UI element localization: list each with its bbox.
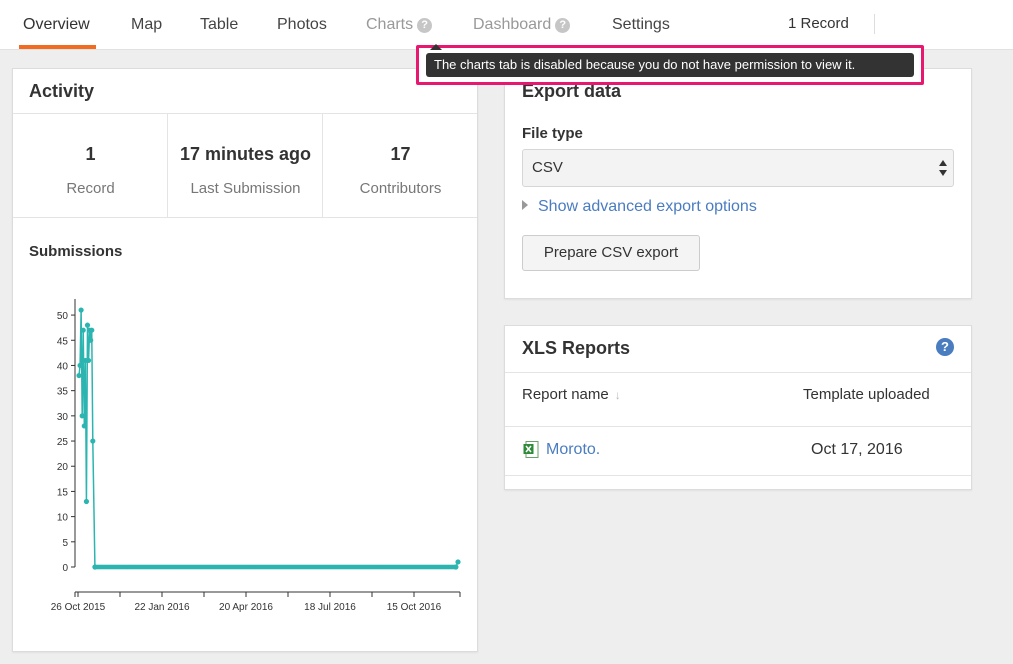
divider [505, 426, 971, 427]
advanced-export-options-link[interactable]: Show advanced export options [522, 198, 757, 216]
tab-table[interactable]: Table [200, 16, 238, 34]
x-tick-label: 20 Apr 2016 [219, 602, 273, 613]
y-tick-label: 45 [57, 336, 69, 347]
data-point [76, 372, 82, 379]
divider [505, 475, 971, 476]
submissions-chart: 0 5 10 15 20 25 30 35 40 45 50 26 Oct 2015 22 Jan 20… [51, 299, 461, 613]
nav-divider [874, 14, 875, 34]
caret-right-icon [522, 200, 528, 210]
y-tick-label: 30 [57, 412, 69, 423]
report-link[interactable]: Moroto. [546, 441, 600, 459]
column-header-label: Report name [522, 386, 609, 403]
data-point [88, 337, 94, 343]
divider [505, 372, 971, 373]
y-tick-label: 5 [62, 538, 68, 549]
tooltip-arrow [430, 44, 442, 50]
active-tab-indicator [19, 45, 96, 49]
tab-photos[interactable]: Photos [277, 16, 327, 34]
data-point [90, 438, 96, 444]
column-header-template-uploaded: Template uploaded [803, 386, 930, 403]
top-nav: Overview Map Table Photos Charts? Dashbo… [0, 0, 1013, 50]
record-count: 1 Record [788, 15, 849, 32]
tooltip-highlight: The charts tab is disabled because you d… [416, 44, 924, 85]
data-point [78, 307, 84, 313]
data-point [84, 322, 91, 328]
report-uploaded-date: Oct 17, 2016 [811, 441, 903, 458]
data-point [77, 362, 83, 369]
y-tick-label: 35 [57, 387, 69, 398]
x-tick-label: 22 Jan 2016 [134, 602, 189, 613]
tab-dashboard[interactable]: Dashboard? [473, 16, 571, 34]
y-tick-label: 40 [57, 361, 69, 372]
tooltip-text: The charts tab is disabled because you d… [434, 57, 856, 72]
export-data-card: Export data File type CSV Show advanced … [504, 68, 972, 299]
help-icon[interactable]: ? [417, 18, 433, 33]
xls-title: XLS Reports [522, 338, 631, 358]
file-type-value: CSV [532, 159, 563, 176]
x-tick-label: 15 Oct 2016 [387, 602, 442, 613]
data-point [85, 357, 92, 364]
tab-charts[interactable]: Charts? [366, 16, 433, 34]
help-icon[interactable]: ? [555, 18, 571, 33]
excel-file-icon [523, 441, 539, 458]
y-tick-label: 20 [57, 462, 69, 473]
advanced-export-options-label: Show advanced export options [538, 198, 757, 215]
tab-dashboard-label: Dashboard [473, 16, 552, 33]
select-arrows-icon [939, 160, 947, 176]
prepare-csv-export-button[interactable]: Prepare CSV export [522, 235, 700, 271]
data-point [83, 498, 90, 505]
data-point [80, 327, 86, 333]
x-tick-label: 18 Jul 2016 [304, 602, 356, 613]
data-point [81, 423, 87, 429]
x-tick-label: 26 Oct 2015 [51, 602, 106, 613]
tab-charts-label: Charts [366, 16, 414, 33]
y-tick-label: 10 [57, 513, 69, 524]
data-point [455, 559, 461, 565]
tab-overview[interactable]: Overview [23, 16, 90, 34]
data-point [453, 564, 459, 570]
y-tick-label: 25 [57, 437, 69, 448]
column-header-report-name[interactable]: Report name ↓ [522, 386, 621, 403]
series-line [78, 310, 459, 568]
xls-reports-card: XLS Reports ? Report name ↓ Template uplo… [504, 325, 972, 490]
data-point [89, 327, 95, 333]
data-point [92, 564, 98, 570]
y-tick-label: 0 [62, 563, 68, 574]
data-point [79, 413, 85, 419]
charts-disabled-tooltip: The charts tab is disabled because you d… [426, 44, 914, 77]
activity-card: Activity 1 Record 17 minutes ago Last Su… [12, 68, 478, 652]
tab-map[interactable]: Map [131, 16, 162, 34]
sort-down-icon: ↓ [614, 388, 621, 402]
y-tick-label: 50 [57, 311, 69, 322]
y-tick-label: 15 [57, 487, 69, 498]
file-type-label: File type [522, 125, 583, 142]
help-icon[interactable]: ? [936, 338, 954, 356]
tab-settings[interactable]: Settings [612, 16, 670, 34]
file-type-select[interactable]: CSV [522, 149, 954, 187]
